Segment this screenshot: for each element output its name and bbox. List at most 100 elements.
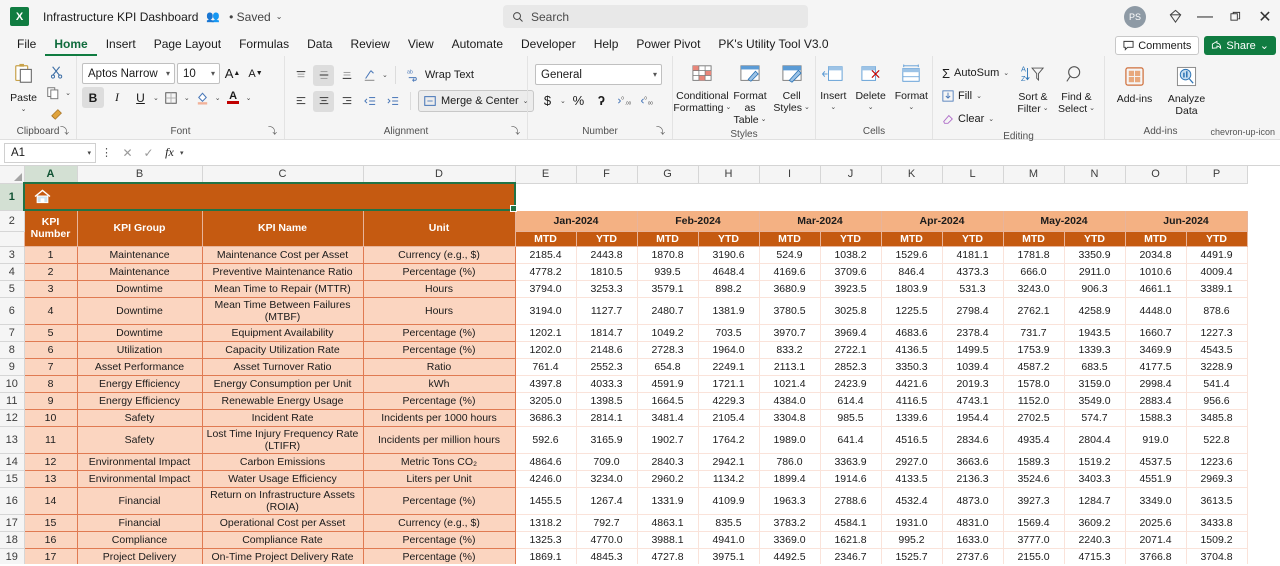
minimize-button[interactable]: — <box>1190 0 1220 33</box>
kpi-value-cell[interactable]: 2969.3 <box>1185 469 1248 488</box>
wrap-text-button[interactable]: ab Wrap Text <box>403 64 478 86</box>
kpi-group-cell[interactable]: Project Delivery <box>76 547 203 564</box>
tab-formulas[interactable]: Formulas <box>230 34 298 56</box>
sheet-cell[interactable] <box>514 182 577 211</box>
kpi-value-cell[interactable]: 1010.6 <box>1124 262 1187 281</box>
kpi-value-cell[interactable]: 654.8 <box>636 357 699 376</box>
kpi-value-cell[interactable]: 2911.0 <box>1063 262 1126 281</box>
avatar[interactable]: PS <box>1124 5 1146 28</box>
kpi-value-cell[interactable]: 3969.4 <box>819 323 882 342</box>
tab-page-layout[interactable]: Page Layout <box>145 34 230 56</box>
kpi-value-cell[interactable]: 2034.8 <box>1124 245 1187 264</box>
kpi-value-cell[interactable]: 641.4 <box>819 425 882 454</box>
kpi-name-cell[interactable]: On-Time Project Delivery Rate <box>201 547 364 564</box>
tab-automate[interactable]: Automate <box>443 34 512 56</box>
kpi-value-cell[interactable]: 939.5 <box>636 262 699 281</box>
kpi-value-cell[interactable]: 2480.7 <box>636 296 699 325</box>
kpi-value-cell[interactable]: 1963.3 <box>758 486 821 515</box>
kpi-value-cell[interactable]: 3766.8 <box>1124 547 1187 564</box>
kpi-value-cell[interactable]: 3609.2 <box>1063 513 1126 532</box>
autosum-button[interactable]: Σ AutoSum ⌄ <box>938 62 1012 84</box>
kpi-value-cell[interactable]: 4448.0 <box>1124 296 1187 325</box>
kpi-number-cell[interactable]: 7 <box>23 357 78 376</box>
column-header-i[interactable]: I <box>759 166 821 184</box>
format-as-table-button[interactable]: Format as Table ⌄ <box>729 62 770 128</box>
kpi-value-cell[interactable]: 4109.9 <box>697 486 760 515</box>
fill-color-button[interactable] <box>192 87 213 108</box>
align-center-button[interactable] <box>313 90 334 112</box>
kpi-value-cell[interactable]: 3194.0 <box>514 296 577 325</box>
comma-style-button[interactable]: ʔ <box>591 90 612 111</box>
kpi-value-cell[interactable]: 4727.8 <box>636 547 699 564</box>
column-header-h[interactable]: H <box>698 166 760 184</box>
decrease-indent-button[interactable] <box>359 91 380 112</box>
kpi-value-cell[interactable]: 531.3 <box>941 279 1004 298</box>
row-header-8[interactable]: 8 <box>0 341 25 359</box>
kpi-value-cell[interactable]: 1509.2 <box>1185 530 1248 549</box>
saved-chevron-down-icon[interactable]: ⌄ <box>276 12 283 21</box>
kpi-value-cell[interactable]: 1964.0 <box>697 340 760 359</box>
kpi-value-cell[interactable]: 4136.5 <box>880 340 943 359</box>
kpi-value-cell[interactable]: 2136.3 <box>941 469 1004 488</box>
kpi-number-cell[interactable]: 11 <box>23 425 78 454</box>
increase-indent-button[interactable] <box>382 91 403 112</box>
sort-and-filter-button[interactable]: A Z Sort & Filter ⌄ <box>1012 62 1054 117</box>
kpi-group-cell[interactable]: Safety <box>76 408 203 427</box>
kpi-value-cell[interactable]: 898.2 <box>697 279 760 298</box>
kpi-name-cell[interactable]: Preventive Maintenance Ratio <box>201 262 364 281</box>
kpi-value-cell[interactable]: 1621.8 <box>819 530 882 549</box>
kpi-value-cell[interactable]: 3613.5 <box>1185 486 1248 515</box>
kpi-value-cell[interactable]: 2762.1 <box>1002 296 1065 325</box>
kpi-value-cell[interactable]: 2378.4 <box>941 323 1004 342</box>
kpi-value-cell[interactable]: 3579.1 <box>636 279 699 298</box>
kpi-value-cell[interactable]: 1331.9 <box>636 486 699 515</box>
kpi-value-cell[interactable]: 4743.1 <box>941 391 1004 410</box>
kpi-value-cell[interactable]: 1038.2 <box>819 245 882 264</box>
kpi-group-cell[interactable]: Environmental Impact <box>76 469 203 488</box>
kpi-value-cell[interactable]: 2788.6 <box>819 486 882 515</box>
kpi-value-cell[interactable]: 4397.8 <box>514 374 577 393</box>
kpi-value-cell[interactable]: 1931.0 <box>880 513 943 532</box>
row-header-18[interactable]: 18 <box>0 531 25 549</box>
kpi-unit-cell[interactable]: Liters per Unit <box>362 469 516 488</box>
underline-chevron-down-icon[interactable]: ⌄ <box>153 94 159 102</box>
kpi-value-cell[interactable]: 3524.6 <box>1002 469 1065 488</box>
kpi-value-cell[interactable]: 4715.3 <box>1063 547 1126 564</box>
increase-decimal-button[interactable]: 0 .00 <box>614 90 635 111</box>
kpi-unit-cell[interactable]: Metric Tons CO₂ <box>362 452 516 471</box>
column-header-j[interactable]: J <box>820 166 882 184</box>
conditional-formatting-button[interactable]: Conditional Formatting ⌄ <box>673 62 731 116</box>
kpi-value-cell[interactable]: 1721.1 <box>697 374 760 393</box>
kpi-value-cell[interactable]: 4845.3 <box>575 547 638 564</box>
kpi-value-cell[interactable]: 4258.9 <box>1063 296 1126 325</box>
kpi-value-cell[interactable]: 1398.5 <box>575 391 638 410</box>
kpi-value-cell[interactable]: 3783.2 <box>758 513 821 532</box>
kpi-value-cell[interactable]: 2185.4 <box>514 245 577 264</box>
orientation-chevron-down-icon[interactable]: ⌄ <box>382 71 388 79</box>
find-and-select-button[interactable]: Find & Select ⌄ <box>1054 62 1099 117</box>
row-header-2-sub[interactable] <box>0 231 25 247</box>
row-header-5[interactable]: 5 <box>0 280 25 298</box>
tab-insert[interactable]: Insert <box>97 34 145 56</box>
column-header-m[interactable]: M <box>1003 166 1065 184</box>
kpi-value-cell[interactable]: 1519.2 <box>1063 452 1126 471</box>
kpi-value-cell[interactable]: 2814.1 <box>575 408 638 427</box>
kpi-value-cell[interactable]: 761.4 <box>514 357 577 376</box>
restore-button[interactable] <box>1220 0 1250 33</box>
kpi-value-cell[interactable]: 985.5 <box>819 408 882 427</box>
search-input[interactable]: Search <box>503 5 808 28</box>
month-header-cell[interactable]: May-2024 <box>1002 209 1126 232</box>
kpi-value-cell[interactable]: 4421.6 <box>880 374 943 393</box>
analyze-data-button[interactable]: Analyze Data <box>1164 64 1210 119</box>
decrease-decimal-button[interactable]: 0 00 <box>637 90 658 111</box>
kpi-name-cell[interactable]: Operational Cost per Asset <box>201 513 364 532</box>
row-header-19[interactable]: 19 <box>0 548 25 564</box>
kpi-value-cell[interactable]: 1870.8 <box>636 245 699 264</box>
alignment-dialog-launcher[interactable]: ⤵ <box>511 124 520 138</box>
kpi-value-cell[interactable]: 2702.5 <box>1002 408 1065 427</box>
kpi-group-cell[interactable]: Safety <box>76 425 203 454</box>
kpi-value-cell[interactable]: 2113.1 <box>758 357 821 376</box>
kpi-group-cell[interactable]: Asset Performance <box>76 357 203 376</box>
kpi-value-cell[interactable]: 3975.1 <box>697 547 760 564</box>
kpi-value-cell[interactable]: 574.7 <box>1063 408 1126 427</box>
